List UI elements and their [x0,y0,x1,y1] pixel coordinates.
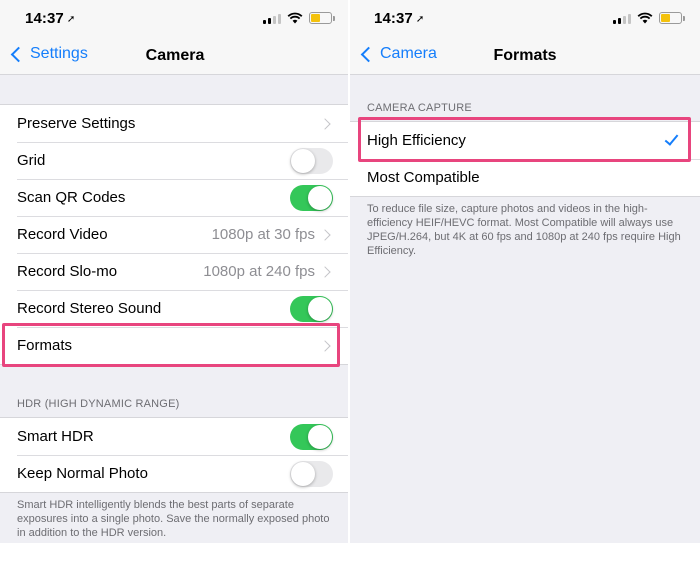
camera-settings-screen: 14:37 ➚ Settings Camera Preserve Settings… [0,0,350,563]
chevron-right-icon [319,339,331,352]
page-title: Camera [145,47,205,64]
row-label: Keep Normal Photo [17,465,148,482]
chevron-right-icon [319,265,331,278]
battery-icon [309,12,335,24]
high-efficiency-option[interactable]: High Efficiency [350,122,700,159]
record-video-row[interactable]: Record Video 1080p at 30 fps [0,216,350,253]
hdr-section-header: HDR (HIGH DYNAMIC RANGE) [17,398,180,410]
checkmark-icon [664,131,679,146]
smart-hdr-toggle[interactable] [290,423,333,450]
grid-row: Grid [0,142,350,179]
row-label: Record Video [17,226,108,243]
wifi-icon [637,12,653,24]
grid-toggle[interactable] [290,147,333,174]
row-label: Smart HDR [17,428,94,445]
row-label: Record Stereo Sound [17,300,162,317]
row-label: Scan QR Codes [17,189,126,206]
chevron-right-icon [319,117,331,130]
record-slo-mo-row[interactable]: Record Slo-mo 1080p at 240 fps [0,253,350,290]
row-label: Preserve Settings [17,115,136,132]
preserve-settings-row[interactable]: Preserve Settings [0,105,350,142]
smart-hdr-row: Smart HDR [0,418,350,455]
keep-normal-photo-toggle[interactable] [290,460,333,487]
scan-qr-codes-toggle[interactable] [290,184,333,211]
top-bar: 14:37 ➚ Settings Camera [0,0,350,75]
record-stereo-sound-toggle[interactable] [290,295,333,322]
formats-options-list: High Efficiency Most Compatible [350,121,700,197]
row-label: Record Slo-mo [17,263,118,280]
bottom-strip [0,543,700,563]
page-title: Formats [493,47,557,64]
row-value: 1080p at 240 fps [203,263,315,280]
status-icons [263,12,335,24]
camera-capture-section-header: CAMERA CAPTURE [367,102,472,114]
most-compatible-option[interactable]: Most Compatible [350,159,700,196]
scan-qr-codes-row: Scan QR Codes [0,179,350,216]
status-time-text: 14:37 [374,10,413,27]
option-label: Most Compatible [367,169,480,186]
hdr-footer-text: Smart HDR intelligently blends the best … [17,499,330,539]
keep-normal-photo-row: Keep Normal Photo [0,455,350,492]
camera-settings-list: Preserve Settings Grid Scan QR Codes Rec… [0,104,350,365]
chevron-right-icon [319,228,331,241]
row-value: 1080p at 30 fps [211,226,315,243]
cellular-signal-icon [263,13,281,24]
option-label: High Efficiency [367,132,466,149]
location-icon: ➚ [415,14,425,25]
row-label: Formats [17,337,73,354]
formats-footer-text: To reduce file size, capture photos and … [367,203,681,257]
status-time: 14:37 ➚ [25,10,75,27]
formats-row[interactable]: Formats [0,327,350,364]
cellular-signal-icon [613,13,631,24]
status-time: 14:37 ➚ [374,10,424,27]
record-stereo-sound-row: Record Stereo Sound [0,290,350,327]
location-icon: ➚ [66,14,76,25]
top-bar: 14:37 ➚ Camera Formats [350,0,700,75]
battery-icon [659,12,685,24]
hdr-settings-list: Smart HDR Keep Normal Photo [0,417,350,493]
status-time-text: 14:37 [25,10,64,27]
formats-screen: 14:37 ➚ Camera Formats CAMERA CAPTURE Hig… [350,0,700,563]
row-label: Grid [17,152,46,169]
status-icons [613,12,685,24]
wifi-icon [287,12,303,24]
